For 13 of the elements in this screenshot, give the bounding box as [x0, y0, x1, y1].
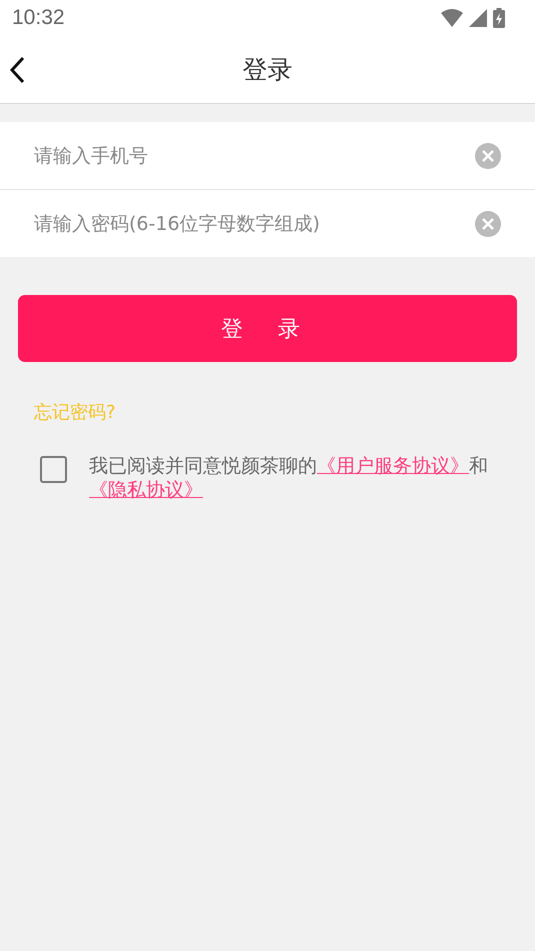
- input-field[interactable]: 请输入手机号: [34, 136, 475, 176]
- privacy-policy-link[interactable]: 《隐私协议》: [89, 479, 203, 501]
- input-field[interactable]: 请输入密码(6-16位字母数字组成): [34, 204, 475, 244]
- login-button[interactable]: 登 录: [18, 295, 517, 362]
- agreement-checkbox[interactable]: [40, 456, 67, 483]
- signal-icon: [469, 9, 487, 27]
- status-time: 10:32: [12, 6, 65, 30]
- service-agreement-link[interactable]: 《用户服务协议》: [317, 455, 469, 477]
- page-title: 登录: [242, 54, 292, 86]
- battery-icon: [493, 8, 505, 28]
- back-icon[interactable]: [9, 56, 25, 84]
- wifi-icon: [441, 9, 463, 27]
- agreement-text: 我已阅读并同意悦颜茶聊的《用户服务协议》和 《隐私协议》: [89, 454, 489, 502]
